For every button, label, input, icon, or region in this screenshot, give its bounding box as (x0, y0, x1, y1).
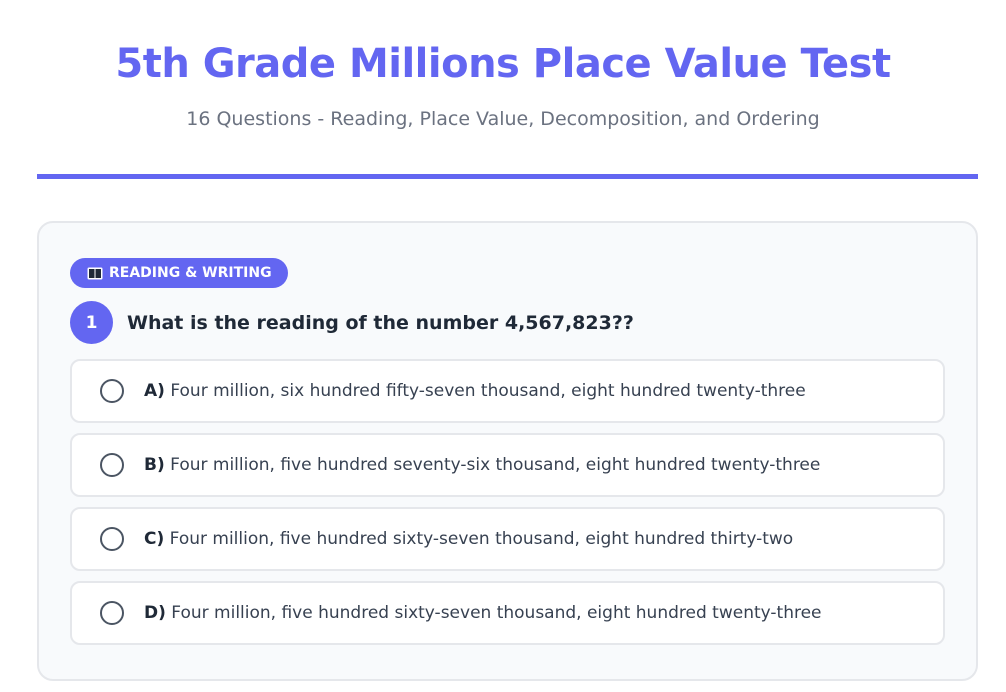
option-text: B) Four million, five hundred seventy-si… (144, 455, 820, 475)
option-label: Four million, five hundred seventy-six t… (170, 455, 821, 475)
question-number: 1 (70, 301, 113, 344)
option-letter: D) (144, 603, 166, 623)
option-text: D) Four million, five hundred sixty-seve… (144, 603, 822, 623)
category-label: READING & WRITING (109, 265, 272, 281)
answer-options: A) Four million, six hundred fifty-seven… (70, 359, 945, 655)
option-c[interactable]: C) Four million, five hundred sixty-seve… (70, 507, 945, 571)
radio-button-b[interactable] (100, 453, 124, 477)
page-header: 5th Grade Millions Place Value Test 16 Q… (0, 0, 1006, 132)
option-text: A) Four million, six hundred fifty-seven… (144, 381, 806, 401)
page-title: 5th Grade Millions Place Value Test (115, 41, 891, 87)
header-divider (37, 174, 978, 179)
option-b[interactable]: B) Four million, five hundred seventy-si… (70, 433, 945, 497)
category-badge: READING & WRITING (70, 258, 288, 288)
option-text: C) Four million, five hundred sixty-seve… (144, 529, 793, 549)
question-text: What is the reading of the number 4,567,… (127, 311, 634, 334)
option-letter: A) (144, 381, 165, 401)
option-d[interactable]: D) Four million, five hundred sixty-seve… (70, 581, 945, 645)
test-page: 5th Grade Millions Place Value Test 16 Q… (0, 0, 1006, 692)
radio-button-d[interactable] (100, 601, 124, 625)
option-letter: B) (144, 455, 165, 475)
option-a[interactable]: A) Four million, six hundred fifty-seven… (70, 359, 945, 423)
book-icon (87, 267, 103, 279)
option-label: Four million, six hundred fifty-seven th… (170, 381, 806, 401)
option-letter: C) (144, 529, 165, 549)
radio-button-a[interactable] (100, 379, 124, 403)
question-header: 1 What is the reading of the number 4,56… (70, 301, 634, 344)
question-card: READING & WRITING 1 What is the reading … (37, 221, 978, 681)
radio-button-c[interactable] (100, 527, 124, 551)
page-subtitle: 16 Questions - Reading, Place Value, Dec… (186, 108, 820, 130)
option-label: Four million, five hundred sixty-seven t… (169, 529, 794, 549)
option-label: Four million, five hundred sixty-seven t… (171, 603, 822, 623)
